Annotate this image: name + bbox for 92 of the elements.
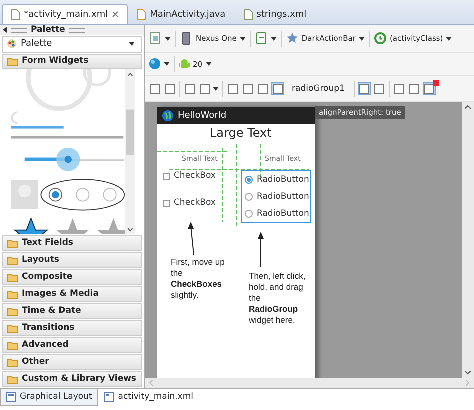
folder-icon	[7, 256, 18, 264]
checkbox[interactable]	[163, 172, 170, 180]
activity-icon	[374, 32, 387, 45]
icon-dropdown[interactable]	[148, 56, 171, 72]
caret-icon[interactable]	[129, 42, 135, 46]
icon-dropdown[interactable]	[148, 30, 172, 47]
tab-label: strings.xml	[256, 10, 307, 20]
radio-label: RadioButton	[257, 174, 310, 184]
caret-icon[interactable]	[213, 86, 219, 90]
palette-category[interactable]: Composite	[2, 269, 142, 285]
collapse-icon[interactable]	[3, 27, 7, 33]
file-icon	[11, 9, 20, 20]
toolbar-button[interactable]	[183, 82, 196, 95]
globe-icon	[149, 58, 161, 70]
editor-mode-tab[interactable]: activity_main.xml	[98, 389, 200, 406]
toolbar-button[interactable]	[148, 82, 161, 95]
folder-icon	[7, 306, 18, 316]
editor-tab[interactable]: *activity_main.xml	[2, 4, 128, 24]
editor-tab[interactable]: MainActivity.java	[128, 4, 235, 24]
tab-label: MainActivity.java	[150, 10, 226, 20]
section-header[interactable]: Form Widgets	[2, 54, 142, 70]
editor-tab[interactable]: strings.xml	[234, 4, 316, 24]
caret-icon[interactable]	[206, 62, 212, 66]
folder-icon	[7, 290, 18, 298]
palette-category[interactable]: Advanced	[2, 337, 142, 353]
orientation-icon	[254, 32, 268, 45]
caret-icon[interactable]	[446, 36, 452, 40]
star-icon	[286, 32, 299, 45]
radio-label: RadioButton	[257, 192, 310, 202]
palette-category[interactable]: Text Fields	[2, 235, 142, 251]
checkbox[interactable]	[163, 200, 170, 206]
app-title: HelloWorld	[178, 110, 227, 120]
palette-category[interactable]: Layouts	[2, 252, 142, 268]
vertical-scrollbar[interactable]	[462, 102, 474, 378]
file-icon	[244, 9, 253, 20]
toolbar-button[interactable]	[271, 82, 284, 95]
toolbar-button[interactable]	[408, 82, 421, 95]
toolbar-button[interactable]	[163, 82, 176, 95]
caret-icon[interactable]	[240, 36, 246, 40]
file-icon	[137, 9, 146, 20]
selected-widget-label: radioGroup1	[291, 84, 346, 94]
scroll-down-icon[interactable]	[465, 371, 471, 375]
palette-icon	[7, 39, 17, 50]
layout-icon	[6, 392, 16, 402]
palette-category[interactable]: Custom & Library Views	[2, 371, 142, 387]
panel-title: Palette	[31, 25, 66, 35]
arrow-drawing	[188, 222, 196, 256]
radio-label: RadioButton	[257, 208, 310, 218]
toolbar-button[interactable]	[226, 82, 239, 95]
toolbar-button[interactable]	[256, 82, 269, 95]
folder-icon	[7, 358, 18, 366]
checkbox-label: CheckBox	[174, 171, 216, 181]
folder-icon	[7, 272, 18, 282]
scroll-up-icon[interactable]	[465, 105, 471, 109]
folder-icon	[7, 340, 18, 350]
android-icon	[179, 58, 190, 70]
folder-icon	[7, 56, 18, 66]
palette-category[interactable]: Time & Date	[2, 303, 142, 319]
caret-icon[interactable]	[270, 36, 277, 40]
radio-button[interactable]	[245, 176, 253, 184]
close-icon[interactable]	[112, 11, 120, 18]
tab-label: *activity_main.xml	[24, 10, 108, 20]
folder-icon	[7, 324, 18, 332]
caret-icon[interactable]	[164, 62, 170, 66]
toolbar-button[interactable]	[392, 82, 406, 95]
large-text: Large Text	[210, 126, 272, 140]
folder-icon	[7, 238, 18, 248]
toolbar-button[interactable]	[198, 82, 211, 95]
radio-group[interactable]: RadioButton RadioButton RadioButton	[241, 170, 311, 223]
checkbox-label: CheckBox	[174, 198, 216, 208]
folder-icon	[7, 374, 18, 384]
radio-button[interactable]	[245, 192, 253, 200]
layout-file-icon	[149, 32, 162, 45]
icon-dropdown[interactable]	[254, 30, 278, 47]
palette-category[interactable]: Other	[2, 354, 142, 370]
caret-icon[interactable]	[358, 36, 365, 40]
toolbar-button[interactable]	[358, 82, 371, 95]
xml-file-icon	[104, 392, 114, 402]
caret-icon[interactable]	[165, 36, 171, 40]
phone-icon	[180, 32, 193, 45]
instruction-note: Then, left click, hold, and drag the RadioGroup widget here.	[249, 271, 307, 326]
toolbar-button[interactable]	[372, 82, 386, 95]
palette-category[interactable]: Images & Media	[2, 286, 142, 302]
app-icon	[162, 110, 174, 122]
instruction-note: First, move up the CheckBoxes slightly.	[171, 257, 226, 301]
radio-button[interactable]	[245, 210, 253, 218]
palette-category[interactable]: Transitions	[2, 320, 142, 336]
editor-mode-tab[interactable]: Graphical Layout	[0, 389, 98, 406]
palette-dropdown[interactable]: Palette	[2, 36, 142, 52]
toolbar-button[interactable]	[422, 82, 436, 95]
arrow-drawing	[257, 232, 265, 268]
toolbar-button[interactable]	[241, 82, 254, 95]
